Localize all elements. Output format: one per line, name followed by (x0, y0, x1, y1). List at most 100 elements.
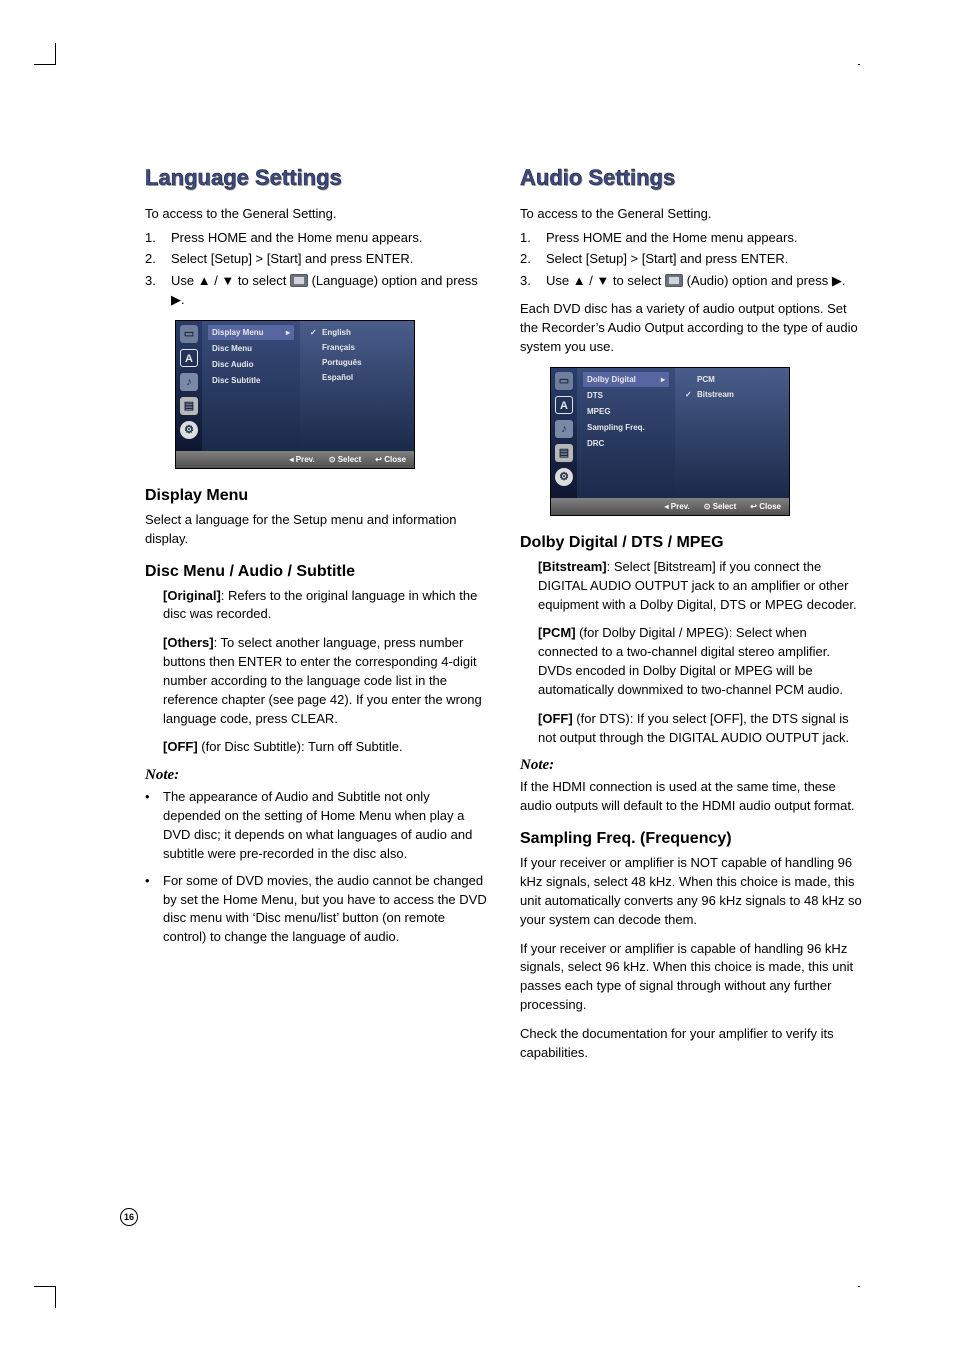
bullet-item: •For some of DVD movies, the audio canno… (145, 872, 490, 947)
option-item: Français (306, 340, 408, 355)
step-text: Select [Setup] > [Start] and press ENTER… (171, 249, 490, 269)
audio-icon: ♪ (180, 373, 198, 391)
footer-close: ↩ Close (750, 502, 781, 511)
chevron-right-icon: ▸ (661, 375, 665, 384)
footer-select: ⊙ Select (329, 455, 362, 464)
step-1: 1. Press HOME and the Home menu appears. (520, 228, 865, 248)
step-2: 2. Select [Setup] > [Start] and press EN… (145, 249, 490, 269)
audio-menu-screenshot: ▭ A ♪ ▤ ⚙ Dolby Digital▸ DTS MPEG Sampli… (550, 367, 790, 516)
audio-intro: To access to the General Setting. (520, 205, 865, 224)
sampling-heading: Sampling Freq. (Frequency) (520, 830, 865, 848)
option-list: PCM ✓Bitstream (675, 368, 789, 498)
display-menu-heading: Display Menu (145, 487, 490, 505)
option-item: ✓Bitstream (681, 387, 783, 402)
gear-icon: ⚙ (180, 421, 198, 439)
off-para: [OFF] (for DTS): If you select [OFF], th… (538, 710, 865, 748)
step-number: 1. (520, 228, 540, 248)
bullet-icon: • (145, 872, 153, 947)
footer-select: ⊙ Select (704, 502, 737, 511)
tv-icon: ▭ (555, 372, 573, 390)
bullet-text: The appearance of Audio and Subtitle not… (163, 788, 490, 863)
off-para: [OFF] (for Disc Subtitle): Turn off Subt… (163, 738, 490, 757)
video-icon: ▤ (180, 397, 198, 415)
step-2: 2. Select [Setup] > [Start] and press EN… (520, 249, 865, 269)
option-item: ✓English (306, 325, 408, 340)
option-item: PCM (681, 372, 783, 387)
step3-post: (Audio) option and press ▶. (687, 273, 846, 288)
audio-settings-title: Audio Settings (520, 165, 865, 191)
note-bullets: •The appearance of Audio and Subtitle no… (145, 788, 490, 947)
sampling-p2: If your receiver or amplifier is capable… (520, 940, 865, 1015)
disc-menu-block: [Original]: Refers to the original langu… (145, 587, 490, 758)
footer-close: ↩ Close (375, 455, 406, 464)
language-settings-title: Language Settings (145, 165, 490, 191)
left-column: Language Settings To access to the Gener… (145, 165, 490, 1073)
sidebar-icons: ▭ A ♪ ▤ ⚙ (551, 368, 577, 498)
option-item: Português (306, 355, 408, 370)
page-content: Language Settings To access to the Gener… (145, 165, 865, 1073)
crop-mark (858, 1286, 860, 1287)
bitstream-para: [Bitstream]: Select [Bitstream] if you c… (538, 558, 865, 615)
step-number: 3. (145, 271, 165, 310)
step-text: Press HOME and the Home menu appears. (546, 228, 865, 248)
step-number: 1. (145, 228, 165, 248)
menu-item: DRC (583, 436, 669, 451)
menu-item: Disc Subtitle (208, 373, 294, 388)
note-heading: Note: (520, 757, 865, 774)
others-para: [Others]: To select another language, pr… (163, 634, 490, 728)
option-item: Español (306, 370, 408, 385)
crop-mark (34, 64, 56, 65)
language-icon: A (555, 396, 573, 414)
step-text: Use ▲ / ▼ to select (Audio) option and p… (546, 271, 865, 291)
crop-mark (55, 43, 56, 65)
step3-pre: Use ▲ / ▼ to select (546, 273, 665, 288)
note-text: If the HDMI connection is used at the sa… (520, 778, 865, 816)
step-text: Use ▲ / ▼ to select (Language) option an… (171, 271, 490, 310)
option-list: ✓English Français Português Español (300, 321, 414, 451)
check-icon: ✓ (310, 328, 318, 337)
check-icon: ✓ (685, 390, 693, 399)
dolby-heading: Dolby Digital / DTS / MPEG (520, 534, 865, 552)
menu-item: Disc Audio (208, 357, 294, 372)
language-steps: 1. Press HOME and the Home menu appears.… (145, 228, 490, 310)
note-heading: Note: (145, 767, 490, 784)
menu-list: Dolby Digital▸ DTS MPEG Sampling Freq. D… (577, 368, 675, 498)
step-1: 1. Press HOME and the Home menu appears. (145, 228, 490, 248)
sidebar-icons: ▭ A ♪ ▤ ⚙ (176, 321, 202, 451)
audio-icon: ♪ (555, 420, 573, 438)
menu-item: Display Menu▸ (208, 325, 294, 340)
pcm-para: [PCM] (for Dolby Digital / MPEG): Select… (538, 624, 865, 699)
menu-item: DTS (583, 388, 669, 403)
step-3: 3. Use ▲ / ▼ to select (Language) option… (145, 271, 490, 310)
right-column: Audio Settings To access to the General … (520, 165, 865, 1073)
language-menu-screenshot: ▭ A ♪ ▤ ⚙ Display Menu▸ Disc Menu Disc A… (175, 320, 415, 469)
step-number: 3. (520, 271, 540, 291)
bullet-icon: • (145, 788, 153, 863)
language-icon (290, 274, 308, 287)
step-number: 2. (145, 249, 165, 269)
crop-mark (55, 1286, 56, 1308)
dolby-block: [Bitstream]: Select [Bitstream] if you c… (520, 558, 865, 748)
disc-menu-heading: Disc Menu / Audio / Subtitle (145, 563, 490, 581)
footer-prev: ◂ Prev. (290, 455, 315, 464)
original-para: [Original]: Refers to the original langu… (163, 587, 490, 625)
tv-icon: ▭ (180, 325, 198, 343)
menu-item: MPEG (583, 404, 669, 419)
step-text: Select [Setup] > [Start] and press ENTER… (546, 249, 865, 269)
step-number: 2. (520, 249, 540, 269)
step3-pre: Use ▲ / ▼ to select (171, 273, 290, 288)
sampling-p1: If your receiver or amplifier is NOT cap… (520, 854, 865, 929)
menu-item: Sampling Freq. (583, 420, 669, 435)
footer-prev: ◂ Prev. (665, 502, 690, 511)
video-icon: ▤ (555, 444, 573, 462)
crop-mark (858, 64, 860, 65)
menu-item: Dolby Digital▸ (583, 372, 669, 387)
gear-icon: ⚙ (555, 468, 573, 486)
step-3: 3. Use ▲ / ▼ to select (Audio) option an… (520, 271, 865, 291)
bullet-text: For some of DVD movies, the audio cannot… (163, 872, 490, 947)
display-menu-text: Select a language for the Setup menu and… (145, 511, 490, 549)
audio-steps: 1. Press HOME and the Home menu appears.… (520, 228, 865, 291)
chevron-right-icon: ▸ (286, 328, 290, 337)
audio-desc: Each DVD disc has a variety of audio out… (520, 300, 865, 357)
bullet-item: •The appearance of Audio and Subtitle no… (145, 788, 490, 863)
